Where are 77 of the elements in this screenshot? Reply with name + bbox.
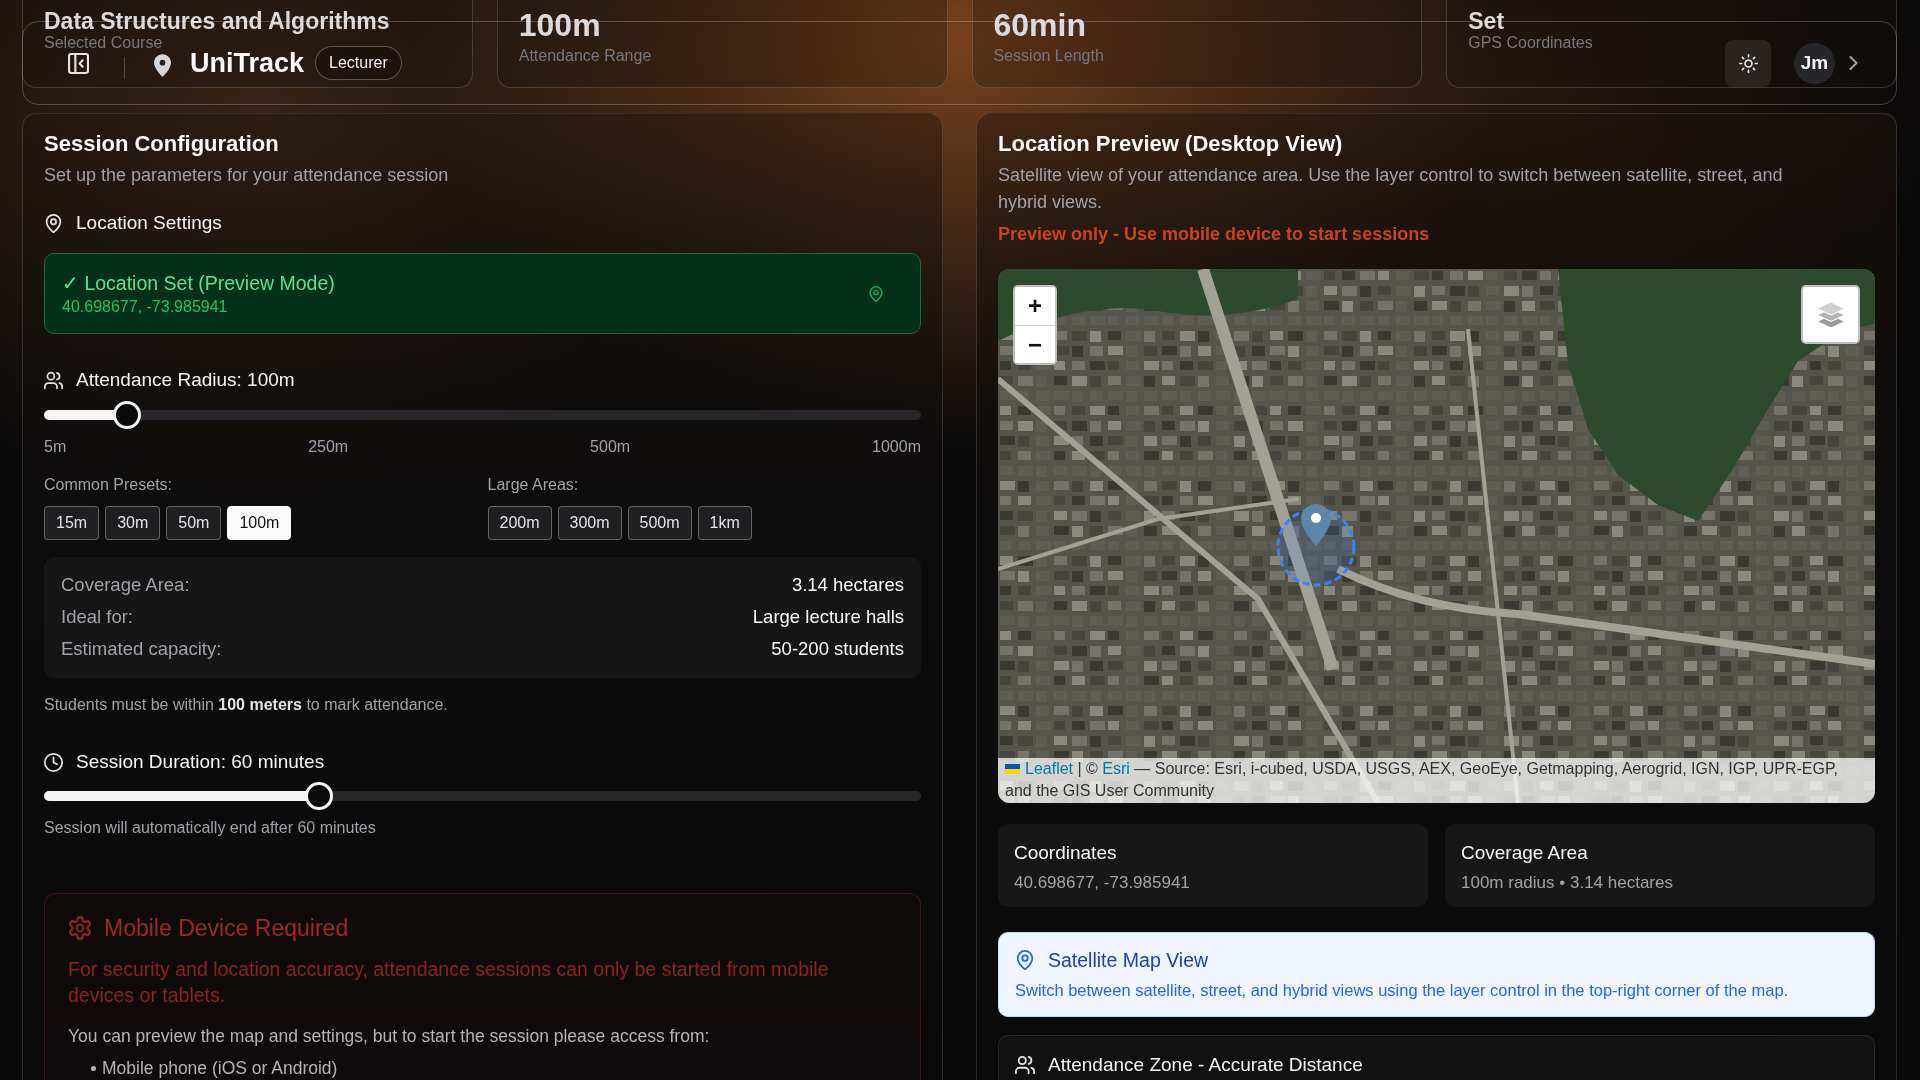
sun-icon	[1738, 53, 1758, 73]
info-card-value: 40.698677, -73.985941	[1014, 873, 1190, 893]
attribution-text: Leaflet | © Esri — Source: Esri, i-cubed, USDA, USGS, AEX, GeoEye, Getmapping, Aerogrid, IGN, IGP, UPR-EGP, and the GIS User Community	[1005, 760, 1839, 799]
theme-toggle-button[interactable]	[1725, 39, 1771, 87]
gear-icon	[68, 916, 92, 940]
slider-tick-label: 500m	[590, 437, 631, 457]
map-pin-icon	[868, 286, 884, 302]
duration-note: Session will automatically end after 60 minutes	[44, 818, 376, 838]
detail-label: Ideal for:	[61, 605, 133, 629]
detail-label: Coverage Area:	[61, 573, 190, 597]
preset-button[interactable]: 50m	[166, 506, 222, 540]
chevron-right-icon[interactable]	[1849, 56, 1858, 70]
slider-tick-label: 250m	[308, 437, 349, 457]
slider-thumb[interactable]	[305, 782, 334, 810]
stat-value: 60min	[993, 8, 1086, 42]
panel-title: Location Preview (Desktop View)	[998, 130, 1344, 158]
section-heading: Attendance Radius: 100m	[76, 368, 295, 392]
flag-icon	[1005, 764, 1020, 774]
warning-message: For security and location accuracy, attendance sessions can only be started from mobile devices or tablets.	[68, 957, 830, 1008]
layers-button[interactable]	[1801, 285, 1860, 344]
device-option: Mobile phone (iOS or Android)	[102, 1057, 338, 1079]
radius-slider[interactable]	[44, 401, 921, 429]
info-card-title: Coordinates	[1014, 841, 1117, 865]
map-pin-icon	[1015, 950, 1035, 970]
panel-description: Satellite view of your attendance area. Use the layer control to switch between satellite, street, and hybrid views.	[998, 164, 1784, 214]
warning-instruction: You can preview the map and settings, but to start the session please access from:	[68, 1025, 710, 1047]
warning-title: Mobile Device Required	[104, 914, 349, 942]
detail-label: Estimated capacity:	[61, 637, 222, 661]
radius-note: Students must be within 100 meters to mark attendance.	[44, 695, 448, 715]
panel-title: Session Configuration	[44, 130, 280, 158]
clock-icon	[44, 752, 63, 772]
role-badge: Lecturer	[315, 46, 402, 80]
info-card-value: 100m radius • 3.14 hectares	[1461, 873, 1673, 893]
map-marker-icon[interactable]	[1301, 504, 1331, 546]
users-icon	[1015, 1055, 1035, 1075]
location-coordinates: 40.698677, -73.985941	[62, 297, 229, 317]
stat-label: Selected Course	[44, 34, 163, 51]
preset-button[interactable]: 15m	[44, 506, 100, 540]
preset-button[interactable]: 500m	[627, 506, 692, 540]
zone-title: Attendance Zone - Accurate Distance	[1048, 1053, 1363, 1077]
location-pin-icon	[154, 53, 171, 77]
user-avatar[interactable]: Jm	[1794, 42, 1835, 84]
section-heading: Location Settings	[76, 211, 222, 235]
preset-button[interactable]: 300m	[557, 506, 622, 540]
detail-value: Large lecture halls	[752, 605, 904, 629]
slider-tick-label: 5m	[44, 437, 67, 457]
stat-value: Set	[1468, 8, 1505, 34]
slider-thumb[interactable]	[113, 401, 142, 429]
sidebar-toggle-icon[interactable]	[68, 52, 89, 74]
location-status-text: ✓ Location Set (Preview Mode)	[62, 271, 335, 295]
stat-label: GPS Coordinates	[1468, 34, 1593, 51]
map-pin-icon	[44, 213, 63, 233]
stat-label: Attendance Range	[518, 46, 652, 66]
users-icon	[44, 370, 63, 390]
preset-button[interactable]: 30m	[105, 506, 161, 540]
layers-icon	[1815, 300, 1846, 329]
preset-group-label: Large Areas:	[487, 475, 579, 495]
preset-button[interactable]: 100m	[227, 506, 292, 540]
stat-label: Session Length	[993, 46, 1104, 66]
preset-button[interactable]: 200m	[487, 506, 552, 540]
zoom-out-button[interactable]: −	[1015, 325, 1055, 363]
panel-subtitle: Set up the parameters for your attendance session	[44, 164, 450, 187]
duration-slider[interactable]	[44, 782, 921, 810]
preview-notice: Preview only - Use mobile device to start sessions	[998, 223, 1430, 245]
preset-group-label: Common Presets:	[44, 475, 173, 495]
info-card-title: Coverage Area	[1461, 841, 1588, 865]
detail-value: 3.14 hectares	[791, 573, 904, 597]
stat-value: 100m	[518, 8, 601, 42]
tip-text: Switch between satellite, street, and hybrid views using the layer control in the top-right corner of the map.	[1015, 980, 1789, 1000]
bullet-icon	[91, 1065, 96, 1071]
app-title: UniTrack	[190, 47, 305, 79]
slider-tick-label: 1000m	[872, 437, 921, 457]
preset-button[interactable]: 1km	[697, 506, 752, 540]
tip-title: Satellite Map View	[1048, 948, 1209, 972]
stat-value: Data Structures and Algorithms	[44, 8, 390, 34]
section-heading: Session Duration: 60 minutes	[76, 750, 325, 774]
detail-value: 50-200 students	[771, 637, 904, 661]
